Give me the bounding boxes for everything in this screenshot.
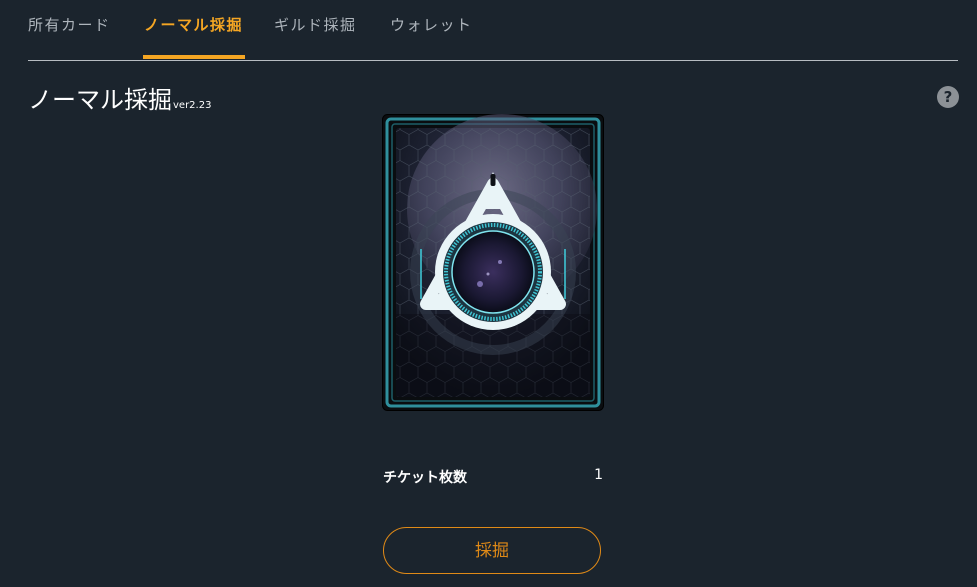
page-title-text: ノーマル採掘 — [28, 86, 172, 114]
tab-bar: 所有カード ノーマル採掘 ギルド採掘 ウォレット — [28, 0, 958, 61]
ticket-count-label: チケット枚数 — [383, 470, 467, 486]
version-label: ver2.23 — [173, 100, 212, 111]
tab-normal-mining[interactable]: ノーマル採掘 — [144, 14, 243, 35]
ticket-count-row: チケット枚数 1 — [383, 467, 603, 487]
page-title: ノーマル採掘ver2.23 — [28, 80, 211, 115]
tab-guild-mining[interactable]: ギルド採掘 — [274, 14, 357, 35]
mining-card — [382, 114, 604, 411]
help-icon[interactable]: ? — [937, 86, 959, 108]
active-tab-indicator — [143, 55, 245, 59]
tab-wallet[interactable]: ウォレット — [390, 14, 473, 35]
ticket-count-value: 1 — [594, 467, 603, 483]
tab-owned-cards[interactable]: 所有カード — [28, 14, 111, 35]
mine-button[interactable]: 採掘 — [383, 527, 601, 574]
